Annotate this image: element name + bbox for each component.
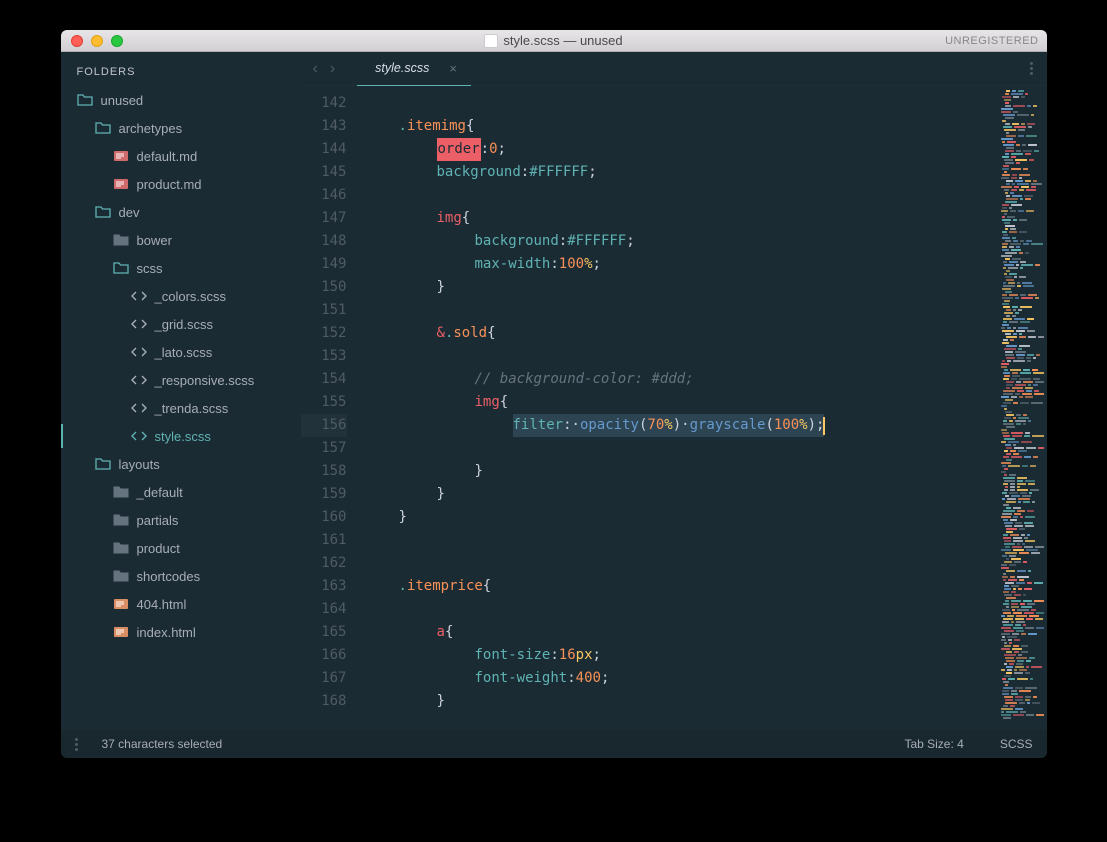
- tree-item-label: layouts: [119, 457, 160, 472]
- tree-item-label: style.scss: [155, 429, 211, 444]
- tree-item[interactable]: index.html: [61, 618, 301, 646]
- tree-item[interactable]: _trenda.scss: [61, 394, 301, 422]
- tree-item-label: dev: [119, 205, 140, 220]
- tree-item[interactable]: product.md: [61, 170, 301, 198]
- tree-item[interactable]: scss: [61, 254, 301, 282]
- tree-item-label: product: [137, 541, 180, 556]
- sidebar: FOLDERS unused archetypes default.md produc…: [61, 52, 301, 730]
- tree-item-label: _grid.scss: [155, 317, 214, 332]
- tabs-row: ‹ › style.scss ×: [301, 52, 1047, 86]
- nav-back-icon[interactable]: ‹: [307, 60, 324, 78]
- window-title: style.scss — unused: [61, 33, 1047, 48]
- tree-item[interactable]: _colors.scss: [61, 282, 301, 310]
- tab-label: style.scss: [375, 61, 429, 75]
- editor-body: 1421431441451461471481491501511521531541…: [301, 86, 1047, 730]
- tree-item-label: product.md: [137, 177, 202, 192]
- tree-item[interactable]: _default: [61, 478, 301, 506]
- tree-item-label: 404.html: [137, 597, 187, 612]
- tree-item[interactable]: unused: [61, 86, 301, 114]
- tree-item[interactable]: bower: [61, 226, 301, 254]
- sidebar-header: FOLDERS: [61, 62, 301, 86]
- status-language[interactable]: SCSS: [1000, 737, 1033, 751]
- tree-item[interactable]: partials: [61, 506, 301, 534]
- status-tab-size[interactable]: Tab Size: 4: [904, 737, 963, 751]
- file-tree[interactable]: unused archetypes default.md product.md dev b…: [61, 86, 301, 730]
- tree-item-label: default.md: [137, 149, 198, 164]
- tree-item[interactable]: default.md: [61, 142, 301, 170]
- unregistered-label: UNREGISTERED: [945, 35, 1038, 47]
- tabs-menu-icon[interactable]: [1030, 62, 1033, 75]
- editor-area: ‹ › style.scss × 14214314414514614714814…: [301, 52, 1047, 730]
- tree-item[interactable]: 404.html: [61, 590, 301, 618]
- tree-item-label: _responsive.scss: [155, 373, 255, 388]
- nav-forward-icon[interactable]: ›: [324, 60, 341, 78]
- tree-item-label: scss: [137, 261, 163, 276]
- tree-item[interactable]: product: [61, 534, 301, 562]
- tree-item[interactable]: shortcodes: [61, 562, 301, 590]
- tree-item-label: archetypes: [119, 121, 183, 136]
- app-window: style.scss — unused UNREGISTERED FOLDERS…: [61, 30, 1047, 758]
- window-title-text: style.scss — unused: [503, 33, 622, 48]
- file-icon: [484, 34, 498, 48]
- tree-item[interactable]: archetypes: [61, 114, 301, 142]
- tree-item-label: _trenda.scss: [155, 401, 229, 416]
- status-selection: 37 characters selected: [102, 737, 223, 751]
- gutter: 1421431441451461471481491501511521531541…: [301, 86, 361, 730]
- code-view[interactable]: .itemimg {order: 0;background: #FFFFFF;i…: [361, 86, 997, 730]
- tree-item-label: index.html: [137, 625, 196, 640]
- tree-item[interactable]: layouts: [61, 450, 301, 478]
- tree-item-label: partials: [137, 513, 179, 528]
- close-tab-icon[interactable]: ×: [449, 61, 457, 76]
- tab-style-scss[interactable]: style.scss ×: [357, 52, 471, 86]
- minimap[interactable]: [997, 86, 1047, 730]
- tree-item[interactable]: _grid.scss: [61, 310, 301, 338]
- tree-item-label: unused: [101, 93, 144, 108]
- tree-item[interactable]: _responsive.scss: [61, 366, 301, 394]
- tree-item-label: shortcodes: [137, 569, 201, 584]
- tree-item-label: _default: [137, 485, 183, 500]
- tree-item[interactable]: dev: [61, 198, 301, 226]
- tree-item[interactable]: _lato.scss: [61, 338, 301, 366]
- tree-item[interactable]: style.scss: [61, 422, 301, 450]
- tree-item-label: bower: [137, 233, 172, 248]
- titlebar: style.scss — unused UNREGISTERED: [61, 30, 1047, 52]
- statusbar: 37 characters selected Tab Size: 4 SCSS: [61, 730, 1047, 758]
- status-menu-icon[interactable]: [75, 738, 78, 751]
- tree-item-label: _colors.scss: [155, 289, 227, 304]
- tree-item-label: _lato.scss: [155, 345, 213, 360]
